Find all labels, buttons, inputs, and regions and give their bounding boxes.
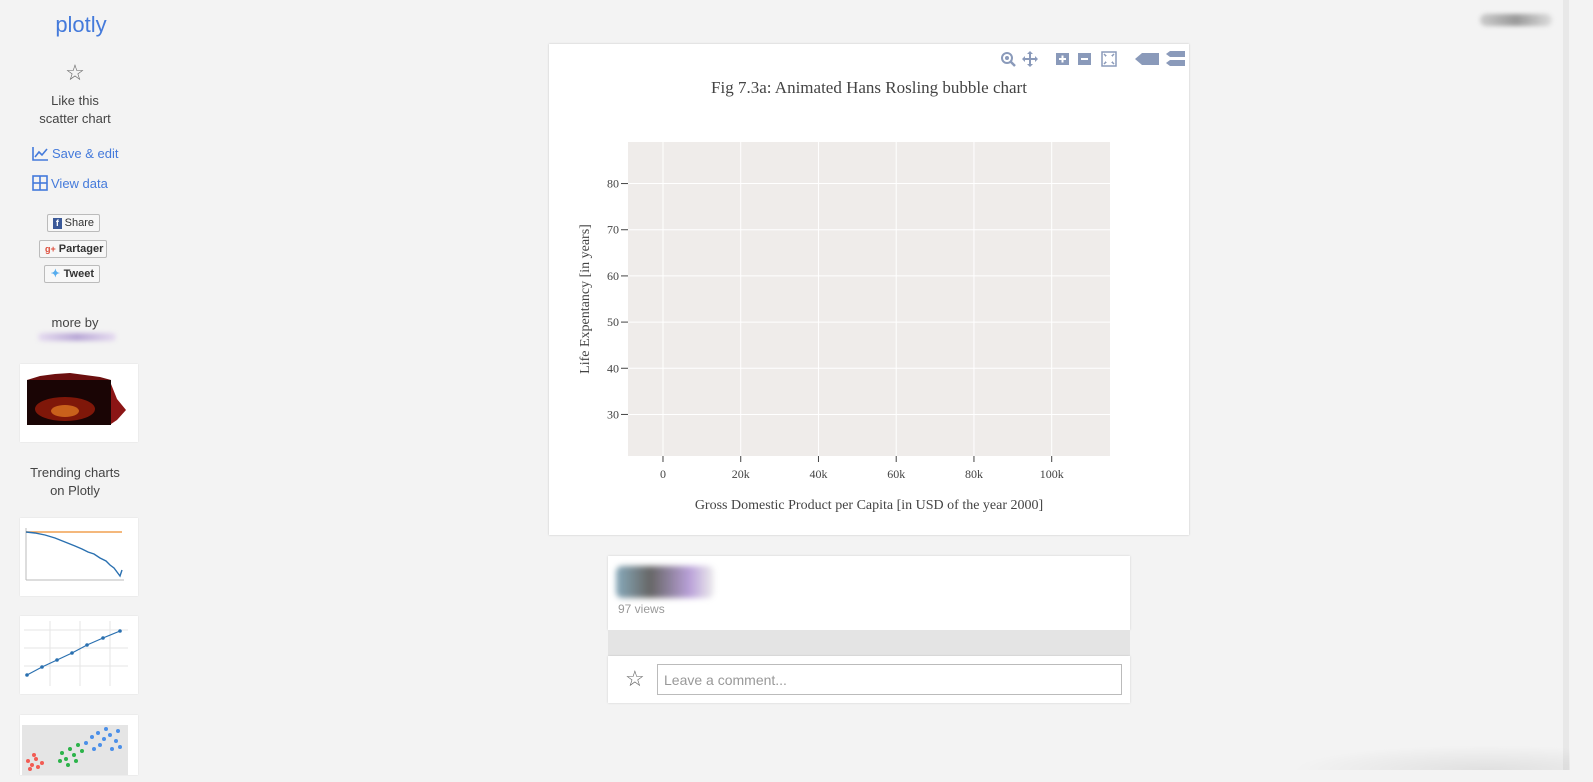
heatmap-thumbnail-image [27,373,126,425]
line-chart-icon [32,147,48,161]
scatter-clusters-thumbnail-image [22,725,128,775]
view-count: 97 views [618,602,665,616]
trending-chart-thumbnail-2[interactable] [20,616,138,694]
twitter-icon: ✦ [50,267,60,280]
like-star-icon[interactable]: ☆ [0,60,150,86]
y-tick-label: 50 [607,315,619,329]
x-tick-label: 20k [732,467,750,481]
like-line-1: Like this [51,93,99,108]
x-axis-title: Gross Domestic Product per Capita [in US… [695,498,1043,513]
trending-chart-thumbnail-1[interactable] [20,518,138,596]
author-avatar-blurred[interactable] [616,566,714,598]
chart-card: Fig 7.3a: Animated Hans Rosling bubble c… [549,44,1189,535]
divider-bar [608,630,1130,656]
google-plus-share-label: Partager [58,243,104,255]
y-tick-label: 40 [607,361,619,375]
tweet-label: Tweet [63,268,94,280]
y-tick-label: 80 [607,177,619,191]
post-info-card: 97 views [608,556,1130,630]
comment-box: ☆ [608,656,1130,703]
bottom-shadow [1290,745,1570,770]
plotly-logo[interactable]: plotly [0,12,162,38]
view-data-link[interactable]: View data [32,175,108,191]
tweet-button[interactable]: ✦ Tweet [44,265,100,283]
y-tick-labels: 30 40 50 60 70 80 [607,177,619,422]
username-blurred[interactable] [1480,14,1552,26]
comment-star-icon[interactable]: ☆ [625,666,645,692]
more-by-label: more by [51,315,99,330]
sidebar: plotly ☆ Like this scatter chart Save & … [0,0,150,782]
facebook-share-label: Share [64,217,94,229]
author-chart-thumbnail[interactable] [20,364,138,442]
like-line-2: scatter chart [39,111,111,126]
google-plus-share-button[interactable]: g+ Partager [39,240,107,258]
x-tick-label: 0 [660,467,666,481]
x-tick-label: 80k [965,467,983,481]
google-plus-icon: g+ [45,243,56,254]
scrollbar[interactable] [1563,0,1569,770]
x-tick-label: 100k [1040,467,1064,481]
y-tick-label: 70 [607,223,619,237]
save-edit-label: Save & edit [52,146,119,161]
plot-background[interactable] [628,142,1110,456]
view-data-label: View data [51,175,108,191]
trending-line-2: on Plotly [50,483,100,498]
grid-icon [32,175,48,191]
y-axis-title: Life Expentancy [in years] [578,224,593,374]
author-name-blurred[interactable] [38,333,116,341]
x-tick-label: 60k [887,467,905,481]
line-decay-thumbnail-image [25,528,124,581]
save-edit-link[interactable]: Save & edit [32,146,119,161]
facebook-icon: f [53,217,62,229]
like-text: Like this scatter chart [0,92,150,128]
x-tick-label: 40k [809,467,827,481]
y-tick-label: 30 [607,407,619,421]
trending-line-1: Trending charts [30,465,120,480]
trending-chart-thumbnail-3[interactable] [20,715,138,775]
y-tick-label: 60 [607,269,619,283]
linear-trend-thumbnail-image [24,621,128,686]
plot-area[interactable]: 0 20k 40k 60k 80k 100k 30 40 50 60 70 80 Gross Dom… [549,44,1189,535]
trending-charts-label: Trending charts on Plotly [0,464,150,500]
facebook-share-button[interactable]: f Share [47,214,100,232]
x-tick-labels: 0 20k 40k 60k 80k 100k [660,467,1064,481]
comment-input[interactable] [657,664,1122,695]
